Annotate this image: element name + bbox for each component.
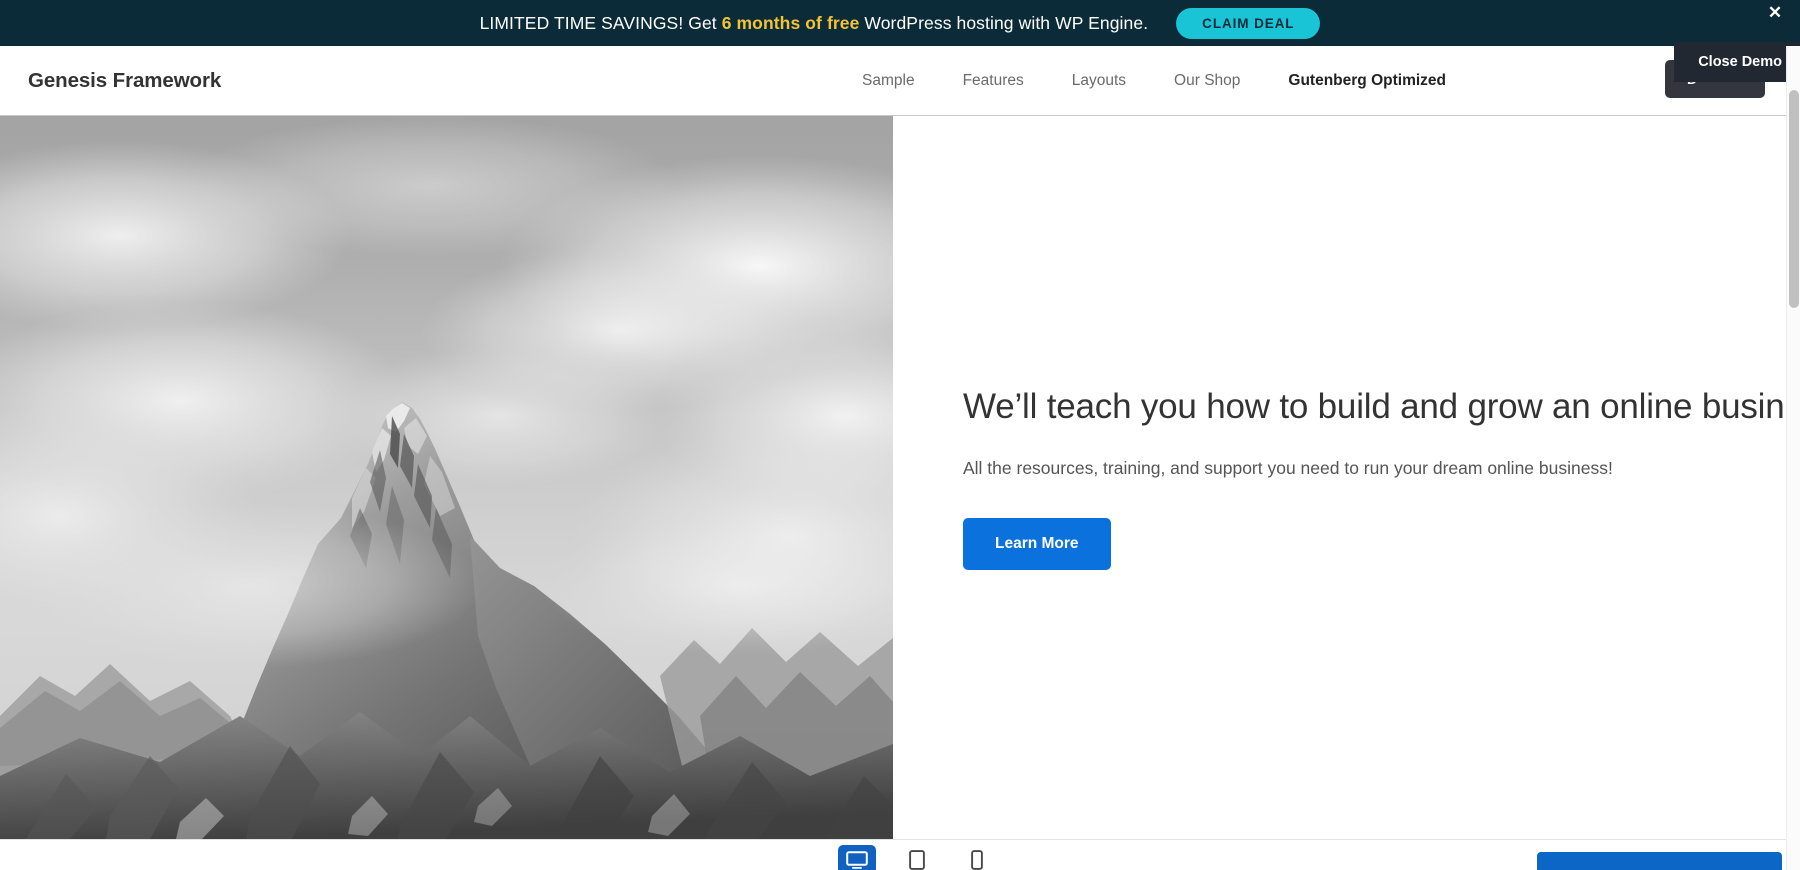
nav-item-layouts[interactable]: Layouts [1048, 72, 1150, 90]
site-header: Genesis Framework Sample Features Layout… [0, 46, 1800, 116]
hero-heading: We’ll teach you how to build and grow an… [963, 387, 1800, 426]
nav-item-features[interactable]: Features [939, 72, 1048, 90]
desktop-glyph [846, 851, 868, 869]
preview-toolbar [0, 839, 1800, 870]
tablet-glyph [909, 850, 925, 870]
main-navigation: Sample Features Layouts Our Shop Gutenbe… [838, 72, 1470, 90]
mobile-view-icon[interactable] [958, 845, 996, 870]
promo-text-before: LIMITED TIME SAVINGS! Get [479, 12, 722, 33]
mobile-glyph [971, 850, 983, 870]
hero-section: We’ll teach you how to build and grow an… [0, 116, 1800, 839]
nav-item-gutenberg-optimized[interactable]: Gutenberg Optimized [1264, 72, 1470, 90]
mountain-photo-graphic [0, 116, 893, 839]
close-demo-button[interactable]: Close Demo [1674, 42, 1800, 82]
nav-item-sample[interactable]: Sample [838, 72, 939, 90]
vertical-scrollbar[interactable] [1786, 46, 1800, 870]
scrollbar-thumb[interactable] [1789, 90, 1799, 308]
tablet-view-icon[interactable] [898, 845, 936, 870]
nav-item-our-shop[interactable]: Our Shop [1150, 72, 1264, 90]
hero-image [0, 116, 893, 839]
desktop-view-icon[interactable] [838, 845, 876, 870]
promo-text-after: WordPress hosting with WP Engine. [859, 12, 1149, 33]
site-title[interactable]: Genesis Framework [28, 69, 221, 93]
promo-highlight: 6 months of free [721, 12, 860, 33]
device-switcher [838, 845, 996, 870]
claim-deal-button[interactable]: CLAIM DEAL [1176, 7, 1321, 39]
footer-cta-button[interactable] [1537, 852, 1782, 870]
hero-subheading: All the resources, training, and support… [963, 457, 1613, 478]
learn-more-button[interactable]: Learn More [963, 518, 1111, 570]
hero-content: We’ll teach you how to build and grow an… [893, 116, 1800, 839]
close-x-icon[interactable]: ✕ [1764, 2, 1786, 24]
promo-message: LIMITED TIME SAVINGS! Get 6 months of fr… [480, 13, 1149, 34]
promo-banner: LIMITED TIME SAVINGS! Get 6 months of fr… [0, 0, 1800, 46]
page-root: LIMITED TIME SAVINGS! Get 6 months of fr… [0, 0, 1800, 870]
